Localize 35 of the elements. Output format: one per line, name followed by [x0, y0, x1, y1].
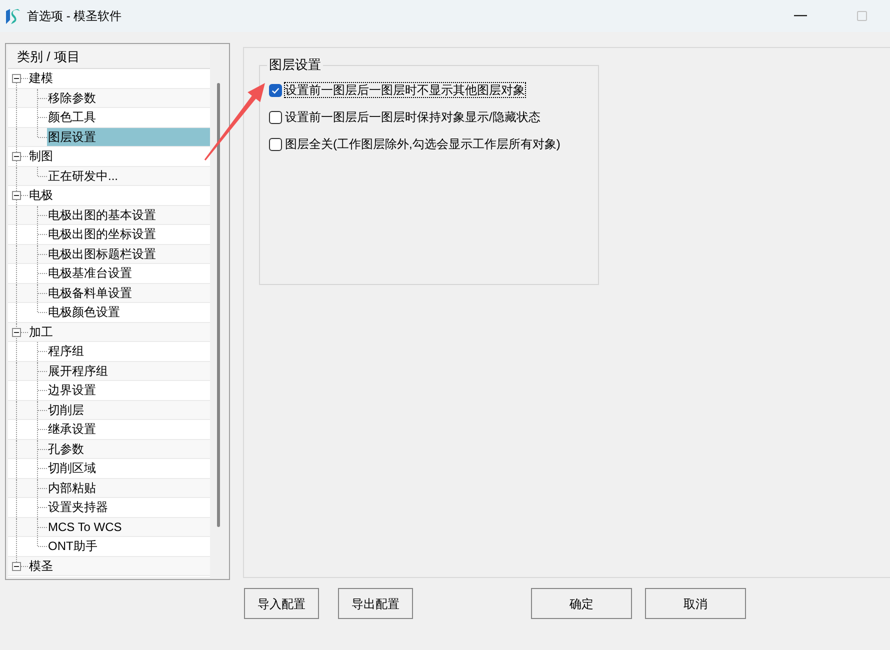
tree-item[interactable]: 电极出图的坐标设置 — [47, 225, 210, 244]
checkbox-label[interactable]: 图层全关(工作图层除外,勾选会显示工作层所有对象) — [284, 136, 562, 152]
tree-item[interactable]: 边界设置 — [47, 381, 210, 400]
window-title: 首选项 - 模圣软件 — [27, 8, 122, 24]
collapse-icon[interactable] — [12, 74, 21, 83]
collapse-icon[interactable] — [12, 328, 21, 336]
tree-item[interactable]: ONT助手 — [47, 537, 210, 556]
tree-item[interactable]: 切削区域 — [47, 459, 210, 478]
tree-item[interactable]: 建模 — [28, 69, 210, 88]
checkbox[interactable] — [269, 84, 282, 96]
tree-item[interactable]: 制图 — [28, 147, 210, 166]
checkbox-label[interactable]: 设置前一图层后一图层时保持对象显示/隐藏状态 — [284, 109, 542, 125]
tree-item[interactable]: 继承设置 — [47, 420, 210, 438]
tree-item[interactable]: 设置夹持器 — [47, 498, 210, 516]
collapse-icon[interactable] — [12, 562, 21, 570]
collapse-icon[interactable] — [12, 191, 21, 200]
export-config-button[interactable]: 导出配置 — [338, 588, 413, 619]
scrollbar-thumb[interactable] — [217, 83, 220, 527]
column-header[interactable]: 类别 / 项目 — [8, 46, 210, 69]
cancel-button[interactable]: 取消 — [645, 588, 746, 619]
checkbox[interactable] — [269, 110, 282, 124]
app-logo-icon — [5, 8, 21, 24]
tree-item[interactable]: 程序组 — [47, 342, 210, 360]
checkbox-label[interactable]: 设置前一图层后一图层时不显示其他图层对象 — [284, 82, 526, 98]
minimize-icon[interactable] — [794, 15, 807, 17]
tree-item[interactable]: 电极基准台设置 — [47, 264, 210, 282]
tree-item[interactable]: 电极颜色设置 — [47, 303, 210, 322]
tree-item[interactable]: 图层设置 — [47, 128, 210, 146]
tree-item[interactable]: 颜色工具 — [47, 108, 210, 126]
checkbox[interactable] — [269, 138, 282, 150]
collapse-icon[interactable] — [12, 152, 21, 161]
import-config-button[interactable]: 导入配置 — [244, 588, 319, 619]
group-title: 图层设置 — [268, 58, 322, 72]
tree-item[interactable]: 电极 — [28, 186, 210, 204]
ok-button[interactable]: 确定 — [531, 588, 632, 619]
